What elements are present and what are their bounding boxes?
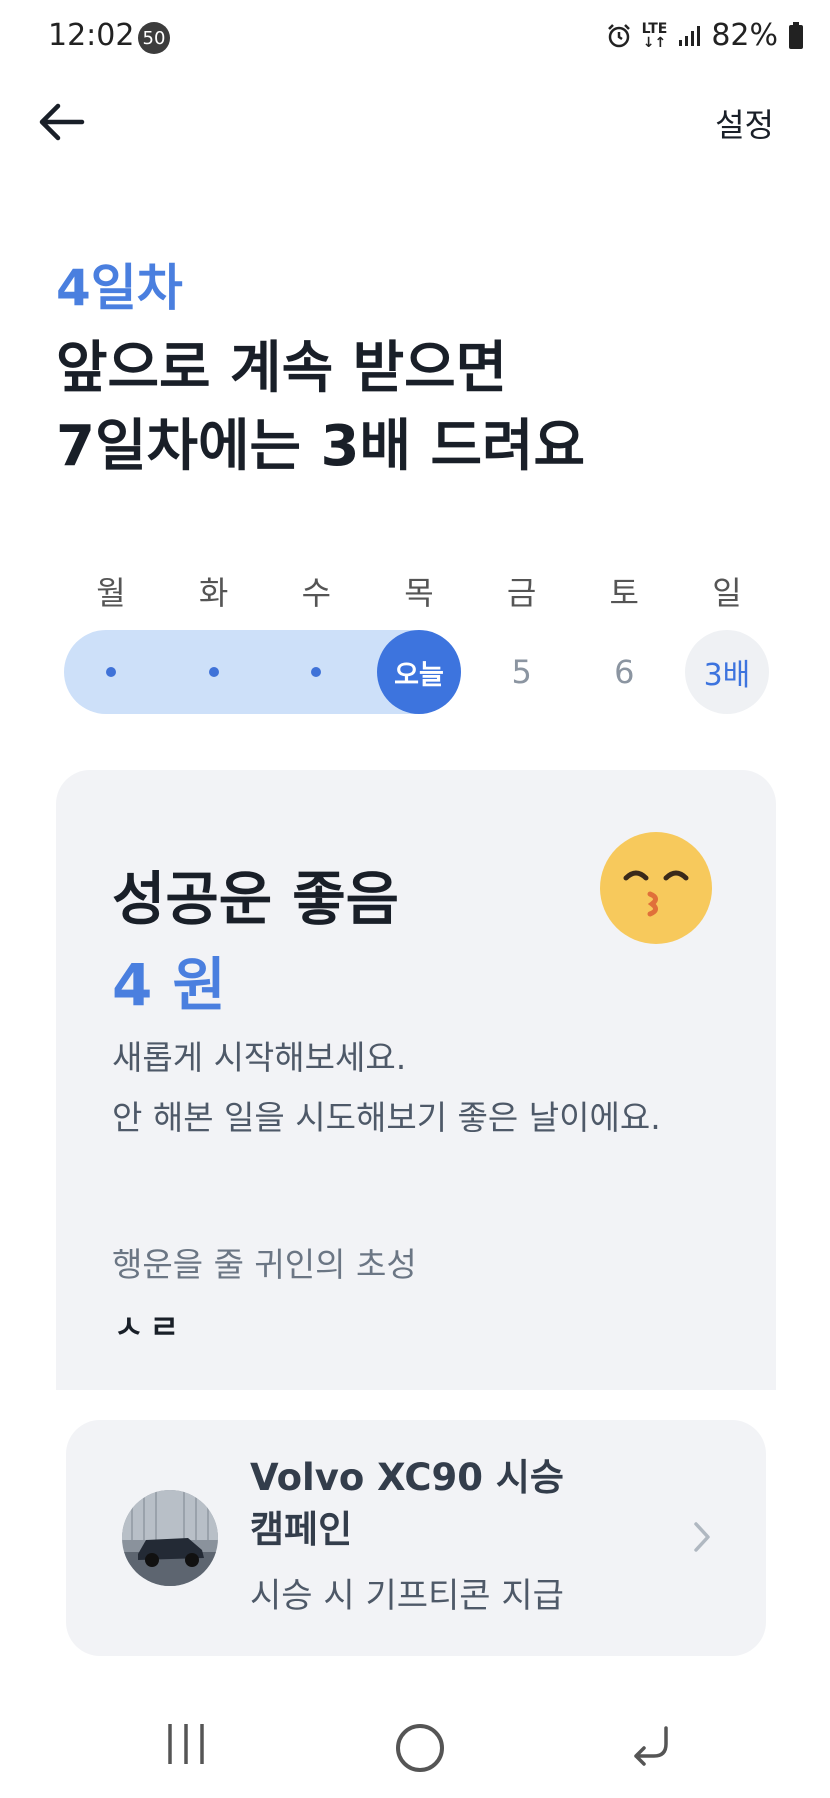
weekday-fri: 금 bbox=[506, 574, 537, 612]
completed-dot-icon bbox=[106, 667, 116, 677]
weekday-mon: 월 bbox=[96, 574, 126, 612]
day-4-today: 오늘 bbox=[374, 630, 464, 714]
promo-title: Volvo XC90 시승 캠페인 bbox=[250, 1452, 630, 1556]
arrow-left-icon bbox=[39, 103, 85, 141]
recent-apps-button[interactable] bbox=[166, 1722, 206, 1770]
streak-tracker: 오늘 5 6 3배 bbox=[66, 630, 772, 714]
day-5: 5 bbox=[511, 653, 532, 691]
alarm-icon bbox=[606, 23, 632, 49]
chevron-right-icon bbox=[690, 1520, 714, 1554]
battery-percent: 82% bbox=[711, 18, 778, 53]
day-7-bonus: 3배 bbox=[682, 630, 772, 714]
status-time: 12:02 bbox=[48, 18, 135, 53]
promo-subtitle: 시승 시 기프티콘 지급 bbox=[250, 1576, 564, 1616]
weekday-sun: 일 bbox=[712, 574, 742, 612]
notification-count-badge: 50 bbox=[138, 22, 170, 54]
day-1-completed bbox=[66, 630, 156, 714]
car-photo-icon bbox=[122, 1490, 218, 1586]
weekday-thu: 목 bbox=[404, 574, 434, 612]
fortune-amount: 4 원 bbox=[112, 951, 226, 1019]
completed-dot-icon bbox=[311, 667, 322, 677]
fortune-description: 새롭게 시작해보세요. 안 해본 일을 시도해보기 좋은 날이에요. bbox=[112, 1028, 661, 1148]
weekday-tue: 화 bbox=[198, 574, 229, 612]
helper-initials-label: 행운을 줄 귀인의 초성 bbox=[112, 1245, 417, 1284]
today-marker: 오늘 bbox=[376, 630, 461, 714]
headline: 앞으로 계속 받으면 7일차에는 3배 드려요 bbox=[56, 330, 585, 486]
day-3-completed bbox=[271, 630, 361, 714]
status-icons: LTE ↓↑ 82% bbox=[606, 18, 804, 53]
system-back-button[interactable] bbox=[628, 1722, 672, 1770]
network-label: LTE bbox=[641, 20, 668, 37]
fortune-desc-line-1: 새롭게 시작해보세요. bbox=[112, 1038, 407, 1077]
signal-icon bbox=[677, 24, 701, 48]
lte-icon: LTE ↓↑ bbox=[641, 20, 668, 51]
weekday-labels: 월 화 수 목 금 토 일 bbox=[66, 568, 772, 614]
system-back-icon bbox=[634, 1726, 668, 1766]
battery-icon bbox=[788, 21, 804, 50]
headline-line-1: 앞으로 계속 받으면 bbox=[56, 336, 508, 401]
fortune-title: 성공운 좋음 bbox=[112, 865, 399, 933]
promo-title-line-1: Volvo XC90 시승 bbox=[250, 1456, 564, 1499]
day-2-completed bbox=[169, 630, 259, 714]
weekday-wed: 수 bbox=[301, 574, 332, 612]
streak-day-label: 4일차 bbox=[56, 259, 183, 317]
back-button[interactable] bbox=[36, 96, 98, 148]
home-button[interactable] bbox=[396, 1724, 444, 1772]
headline-line-2: 7일차에는 3배 드려요 bbox=[56, 414, 586, 479]
weekday-sat: 토 bbox=[609, 574, 639, 612]
kissing-face-icon bbox=[600, 832, 712, 944]
promo-title-line-2: 캠페인 bbox=[250, 1508, 353, 1551]
recent-apps-icon bbox=[168, 1724, 204, 1764]
completed-dot-icon bbox=[208, 667, 219, 677]
helper-initials-value: ㅅㄹ bbox=[114, 1308, 185, 1346]
day-6: 6 bbox=[614, 653, 635, 691]
fortune-desc-line-2: 안 해본 일을 시도해보기 좋은 날이에요. bbox=[112, 1098, 661, 1137]
settings-button[interactable]: 설정 bbox=[715, 100, 774, 146]
bonus-marker: 3배 bbox=[684, 630, 769, 714]
